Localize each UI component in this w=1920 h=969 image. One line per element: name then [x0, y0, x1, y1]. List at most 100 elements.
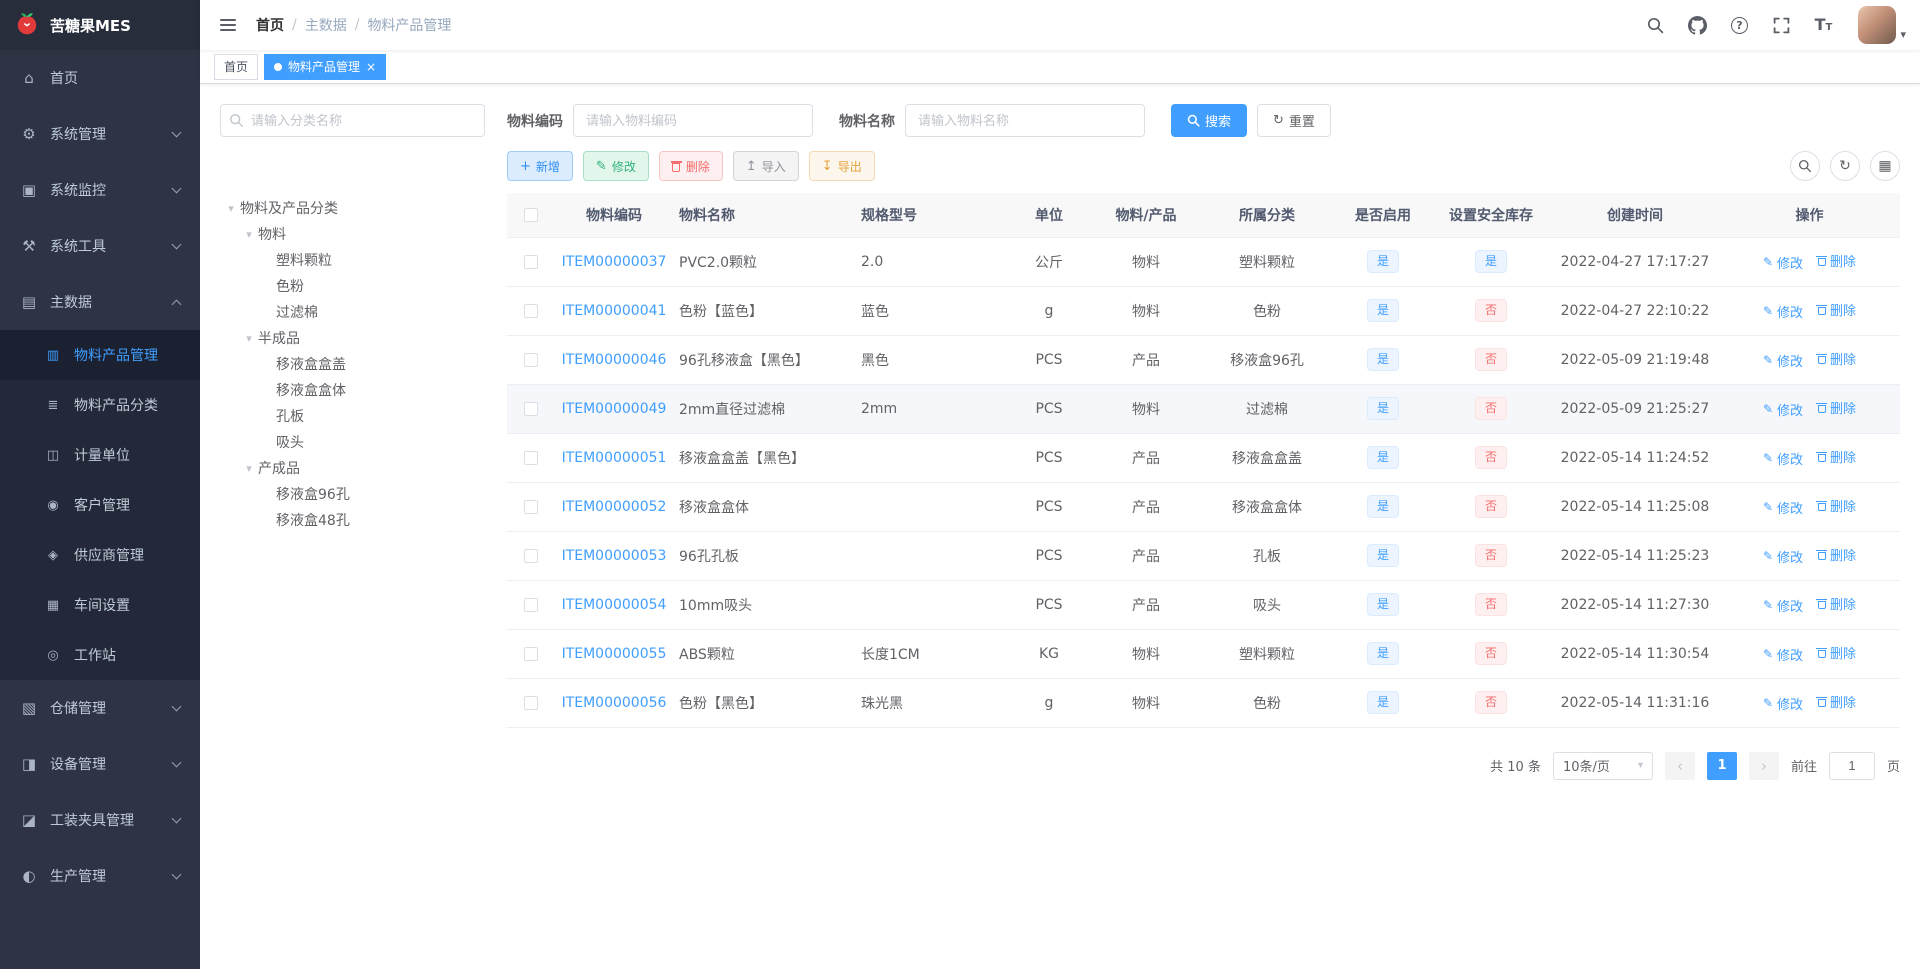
- tree-node[interactable]: ▾ 半成品: [220, 325, 485, 351]
- material-code-link[interactable]: ITEM00000049: [562, 401, 667, 417]
- page-number-button[interactable]: 1: [1706, 751, 1737, 780]
- reset-button[interactable]: ↻ 重置: [1257, 104, 1331, 137]
- table-row[interactable]: ITEM00000046 96孔移液盒【黑色】 黑色 PCS 产品 移液盒96孔 是 否 202…: [507, 335, 1900, 385]
- row-edit-button[interactable]: ✎ 修改: [1763, 498, 1803, 517]
- sidebar-item[interactable]: ▧ 仓储管理: [0, 680, 200, 736]
- sidebar-item[interactable]: ▤ 主数据: [0, 274, 200, 330]
- row-checkbox[interactable]: [524, 450, 538, 465]
- sidebar-subitem[interactable]: ≣ 物料产品分类: [0, 380, 200, 430]
- row-edit-button[interactable]: ✎ 修改: [1763, 253, 1803, 272]
- row-delete-button[interactable]: 删除: [1816, 251, 1856, 270]
- page-size-select[interactable]: 10条/页 ▾: [1552, 751, 1653, 780]
- delete-button[interactable]: 删除: [658, 151, 723, 181]
- tree-caret-icon[interactable]: ▾: [240, 332, 258, 345]
- export-button[interactable]: ↧ 导出: [808, 151, 875, 181]
- sidebar-toggle-icon[interactable]: [214, 13, 242, 37]
- row-delete-button[interactable]: 删除: [1816, 692, 1856, 711]
- row-delete-button[interactable]: 删除: [1816, 643, 1856, 662]
- row-edit-button[interactable]: ✎ 修改: [1763, 645, 1803, 664]
- search-button[interactable]: 搜索: [1171, 104, 1248, 137]
- sidebar-item[interactable]: ⚙ 系统管理: [0, 106, 200, 162]
- row-delete-button[interactable]: 删除: [1816, 496, 1856, 515]
- sidebar-subitem[interactable]: ◉ 客户管理: [0, 480, 200, 530]
- fullscreen-icon[interactable]: [1770, 14, 1792, 36]
- material-code-link[interactable]: ITEM00000056: [562, 695, 667, 711]
- table-row[interactable]: ITEM00000054 10mm吸头 PCS 产品 吸头 是 否 2022-05-14 11…: [507, 580, 1900, 630]
- breadcrumb-item[interactable]: 首页: [256, 15, 284, 35]
- material-code-link[interactable]: ITEM00000055: [562, 646, 667, 662]
- row-edit-button[interactable]: ✎ 修改: [1763, 547, 1803, 566]
- row-checkbox[interactable]: [524, 548, 538, 563]
- row-checkbox[interactable]: [524, 695, 538, 710]
- user-menu[interactable]: ▾: [1858, 6, 1906, 44]
- tree-caret-icon[interactable]: ▾: [240, 462, 258, 475]
- tree-node[interactable]: ▾ 物料: [220, 221, 485, 247]
- table-row[interactable]: ITEM00000041 色粉【蓝色】 蓝色 g 物料 色粉 是 否 2022-04-27 22…: [507, 286, 1900, 336]
- table-row[interactable]: ITEM00000056 色粉【黑色】 珠光黑 g 物料 色粉 是 否 2022-05-14 1…: [507, 678, 1900, 728]
- row-edit-button[interactable]: ✎ 修改: [1763, 596, 1803, 615]
- row-checkbox[interactable]: [524, 597, 538, 612]
- material-code-link[interactable]: ITEM00000037: [562, 254, 667, 270]
- tree-caret-icon[interactable]: ▾: [222, 202, 240, 215]
- import-button[interactable]: ↥ 导入: [732, 151, 799, 181]
- select-all-checkbox[interactable]: [524, 207, 538, 222]
- row-checkbox[interactable]: [524, 646, 538, 661]
- material-code-link[interactable]: ITEM00000053: [562, 548, 667, 564]
- tree-node[interactable]: 孔板: [220, 403, 485, 429]
- search-icon[interactable]: [1644, 14, 1666, 36]
- sidebar-subitem[interactable]: ◫ 计量单位: [0, 430, 200, 480]
- row-edit-button[interactable]: ✎ 修改: [1763, 302, 1803, 321]
- tree-node[interactable]: 移液盒48孔: [220, 507, 485, 533]
- font-size-icon[interactable]: TT: [1812, 14, 1834, 36]
- logo[interactable]: 苦糖果MES: [0, 0, 200, 50]
- tree-node[interactable]: 塑料颗粒: [220, 247, 485, 273]
- sidebar-item[interactable]: ◪ 工装夹具管理: [0, 792, 200, 848]
- sidebar-item[interactable]: ⚒ 系统工具: [0, 218, 200, 274]
- category-search-input[interactable]: [220, 104, 485, 137]
- row-delete-button[interactable]: 删除: [1816, 349, 1856, 368]
- row-checkbox[interactable]: [524, 254, 538, 269]
- table-row[interactable]: ITEM00000049 2mm直径过滤棉 2mm PCS 物料 过滤棉 是 否 2022-05…: [507, 384, 1900, 434]
- row-edit-button[interactable]: ✎ 修改: [1763, 694, 1803, 713]
- avatar[interactable]: [1858, 6, 1897, 44]
- row-checkbox[interactable]: [524, 352, 538, 367]
- edit-button[interactable]: ✎ 修改: [582, 151, 649, 181]
- prev-page-button[interactable]: ‹: [1664, 751, 1695, 780]
- goto-page-input[interactable]: [1828, 751, 1875, 780]
- row-edit-button[interactable]: ✎ 修改: [1763, 449, 1803, 468]
- row-checkbox[interactable]: [524, 401, 538, 416]
- tree-node[interactable]: 色粉: [220, 273, 485, 299]
- material-code-link[interactable]: ITEM00000052: [562, 499, 667, 515]
- material-code-link[interactable]: ITEM00000051: [562, 450, 667, 466]
- sidebar-subitem[interactable]: ◎ 工作站: [0, 630, 200, 680]
- github-icon[interactable]: [1686, 14, 1708, 36]
- table-row[interactable]: ITEM00000037 PVC2.0颗粒 2.0 公斤 物料 塑料颗粒 是 是 2022-04…: [507, 237, 1900, 287]
- sidebar-item[interactable]: ▣ 系统监控: [0, 162, 200, 218]
- tree-node[interactable]: ▾ 物料及产品分类: [220, 195, 485, 221]
- help-icon[interactable]: ?: [1728, 14, 1750, 36]
- sidebar-item[interactable]: ◐ 生产管理: [0, 848, 200, 904]
- columns-toggle-button[interactable]: ▦: [1870, 151, 1900, 181]
- row-delete-button[interactable]: 删除: [1816, 545, 1856, 564]
- sidebar-item[interactable]: ⌂ 首页: [0, 50, 200, 106]
- row-delete-button[interactable]: 删除: [1816, 398, 1856, 417]
- table-row[interactable]: ITEM00000055 ABS颗粒 长度1CM KG 物料 塑料颗粒 是 否 2022-05-…: [507, 629, 1900, 679]
- sidebar-subitem[interactable]: ▥ 物料产品管理: [0, 330, 200, 380]
- row-delete-button[interactable]: 删除: [1816, 447, 1856, 466]
- refresh-button[interactable]: ↻: [1830, 151, 1860, 181]
- add-button[interactable]: + 新增: [507, 151, 573, 181]
- row-checkbox[interactable]: [524, 499, 538, 514]
- tree-caret-icon[interactable]: ▾: [240, 228, 258, 241]
- row-delete-button[interactable]: 删除: [1816, 594, 1856, 613]
- material-code-input[interactable]: [573, 104, 813, 137]
- row-edit-button[interactable]: ✎ 修改: [1763, 351, 1803, 370]
- table-row[interactable]: ITEM00000053 96孔孔板 PCS 产品 孔板 是 否 2022-05-14 11:…: [507, 531, 1900, 581]
- tree-node[interactable]: 移液盒盒体: [220, 377, 485, 403]
- row-edit-button[interactable]: ✎ 修改: [1763, 400, 1803, 419]
- table-row[interactable]: ITEM00000051 移液盒盒盖【黑色】 PCS 产品 移液盒盒盖 是 否 2022-05…: [507, 433, 1900, 483]
- tree-node[interactable]: 移液盒盒盖: [220, 351, 485, 377]
- toggle-search-button[interactable]: [1790, 151, 1820, 181]
- material-code-link[interactable]: ITEM00000041: [562, 303, 667, 319]
- tree-node[interactable]: ▾ 产成品: [220, 455, 485, 481]
- material-code-link[interactable]: ITEM00000054: [562, 597, 667, 613]
